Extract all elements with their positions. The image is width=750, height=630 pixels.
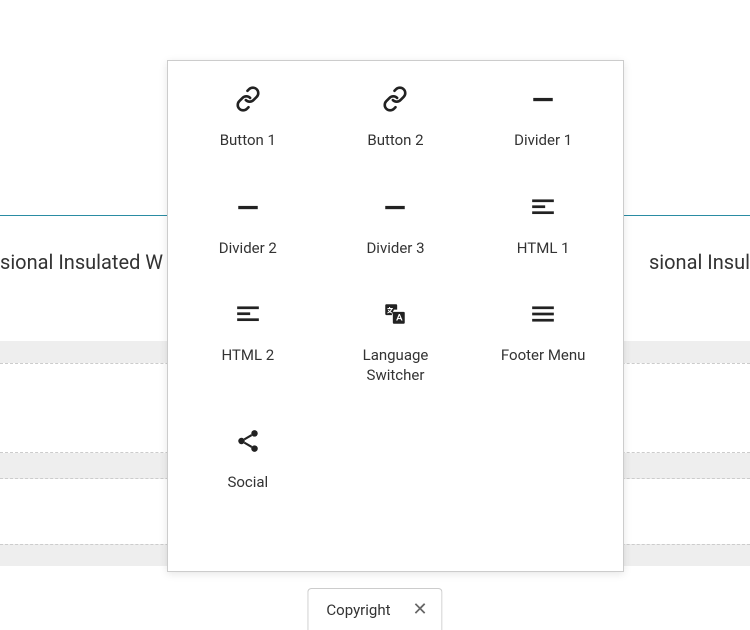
link-icon	[234, 85, 262, 113]
widget-picker-dropdown: Button 1 Button 2 Divider 1 Divider 2	[167, 60, 624, 572]
widget-item-divider-1[interactable]: Divider 1	[469, 79, 617, 157]
divider-icon	[234, 193, 262, 221]
widget-item-social[interactable]: Social	[174, 421, 322, 499]
copyright-chip[interactable]: Copyright ✕	[307, 588, 442, 630]
widget-item-label: Language Switcher	[345, 346, 445, 385]
widget-item-label: Footer Menu	[501, 346, 586, 366]
copyright-chip-label: Copyright	[326, 601, 390, 619]
widget-item-label: Button 1	[220, 131, 276, 151]
widget-item-label: HTML 2	[221, 346, 274, 366]
bg-text-fragment-left: sional Insulated W	[0, 250, 163, 274]
menu-icon	[529, 300, 557, 328]
widget-item-language-switcher[interactable]: Language Switcher	[322, 294, 470, 391]
widget-item-label: Social	[227, 473, 268, 493]
language-icon	[381, 300, 409, 328]
widget-item-label: Divider 3	[366, 239, 424, 259]
widget-item-label: Divider 1	[514, 131, 572, 151]
divider-icon	[529, 85, 557, 113]
widget-item-divider-3[interactable]: Divider 3	[322, 187, 470, 265]
html-icon	[234, 300, 262, 328]
widget-item-label: HTML 1	[517, 239, 570, 259]
bg-text-fragment-right: sional Insul	[649, 250, 750, 274]
widget-grid: Button 1 Button 2 Divider 1 Divider 2	[174, 79, 617, 499]
widget-item-button-2[interactable]: Button 2	[322, 79, 470, 157]
widget-item-button-1[interactable]: Button 1	[174, 79, 322, 157]
widget-item-label: Divider 2	[219, 239, 277, 259]
widget-item-footer-menu[interactable]: Footer Menu	[469, 294, 617, 391]
close-icon[interactable]: ✕	[413, 601, 428, 619]
divider-icon	[381, 193, 409, 221]
widget-item-html-2[interactable]: HTML 2	[174, 294, 322, 391]
widget-picker-scroll[interactable]: Button 1 Button 2 Divider 1 Divider 2	[168, 61, 623, 571]
widget-item-divider-2[interactable]: Divider 2	[174, 187, 322, 265]
social-icon	[234, 427, 262, 455]
widget-item-label: Button 2	[367, 131, 423, 151]
html-icon	[529, 193, 557, 221]
link-icon	[381, 85, 409, 113]
widget-item-html-1[interactable]: HTML 1	[469, 187, 617, 265]
